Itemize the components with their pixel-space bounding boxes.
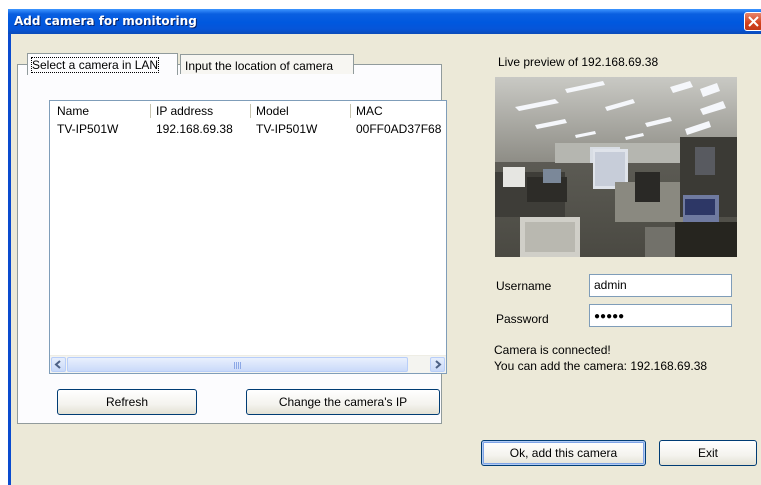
column-header-ip[interactable]: IP address — [156, 104, 213, 118]
tab-label: Select a camera in LAN — [30, 57, 160, 73]
cell-ip: 192.168.69.38 — [156, 122, 233, 136]
username-input[interactable]: admin — [589, 274, 732, 297]
close-icon — [748, 16, 759, 27]
column-divider[interactable] — [350, 104, 351, 118]
horizontal-scrollbar[interactable] — [50, 355, 446, 373]
ok-add-camera-button[interactable]: Ok, add this camera — [481, 440, 646, 466]
live-preview-image — [495, 77, 737, 257]
column-divider[interactable] — [250, 104, 251, 118]
tab-select-camera-lan[interactable]: Select a camera in LAN — [27, 53, 178, 75]
office-camera-view — [495, 77, 737, 257]
camera-list[interactable]: Name IP address Model MAC TV-IP501W 192.… — [49, 100, 447, 374]
scroll-right-button[interactable] — [430, 357, 445, 372]
exit-button[interactable]: Exit — [659, 440, 757, 466]
list-header: Name IP address Model MAC — [50, 101, 446, 119]
grip-icon — [234, 362, 242, 369]
column-header-model[interactable]: Model — [256, 104, 289, 118]
scroll-thumb[interactable] — [67, 357, 408, 372]
column-divider[interactable] — [150, 104, 151, 118]
window-frame-left — [8, 34, 11, 485]
cell-model: TV-IP501W — [256, 122, 318, 136]
column-header-name[interactable]: Name — [57, 104, 89, 118]
username-label: Username — [496, 279, 552, 293]
arrow-right-icon — [435, 360, 442, 369]
table-row[interactable]: TV-IP501W 192.168.69.38 TV-IP501W 00FF0A… — [50, 119, 446, 137]
window-title: Add camera for monitoring — [14, 14, 197, 28]
close-button[interactable] — [744, 12, 761, 31]
refresh-button[interactable]: Refresh — [57, 389, 197, 415]
tab-label: Input the location of camera — [185, 59, 334, 73]
tab-input-camera-location[interactable]: Input the location of camera — [180, 54, 354, 74]
title-bar[interactable]: Add camera for monitoring — [8, 9, 761, 34]
scroll-left-button[interactable] — [51, 357, 66, 372]
arrow-left-icon — [54, 360, 61, 369]
password-label: Password — [496, 312, 549, 326]
column-header-mac[interactable]: MAC — [356, 104, 383, 118]
status-add-camera: You can add the camera: 192.168.69.38 — [494, 359, 708, 373]
username-value: admin — [594, 278, 627, 292]
cell-name: TV-IP501W — [57, 122, 119, 136]
password-value: ●●●●● — [594, 311, 625, 322]
password-input[interactable]: ●●●●● — [589, 304, 732, 327]
cell-mac: 00FF0AD37F68 — [356, 122, 442, 136]
preview-label: Live preview of 192.168.69.38 — [498, 55, 659, 69]
change-ip-button[interactable]: Change the camera's IP — [246, 389, 440, 415]
status-connected: Camera is connected! — [494, 343, 611, 357]
